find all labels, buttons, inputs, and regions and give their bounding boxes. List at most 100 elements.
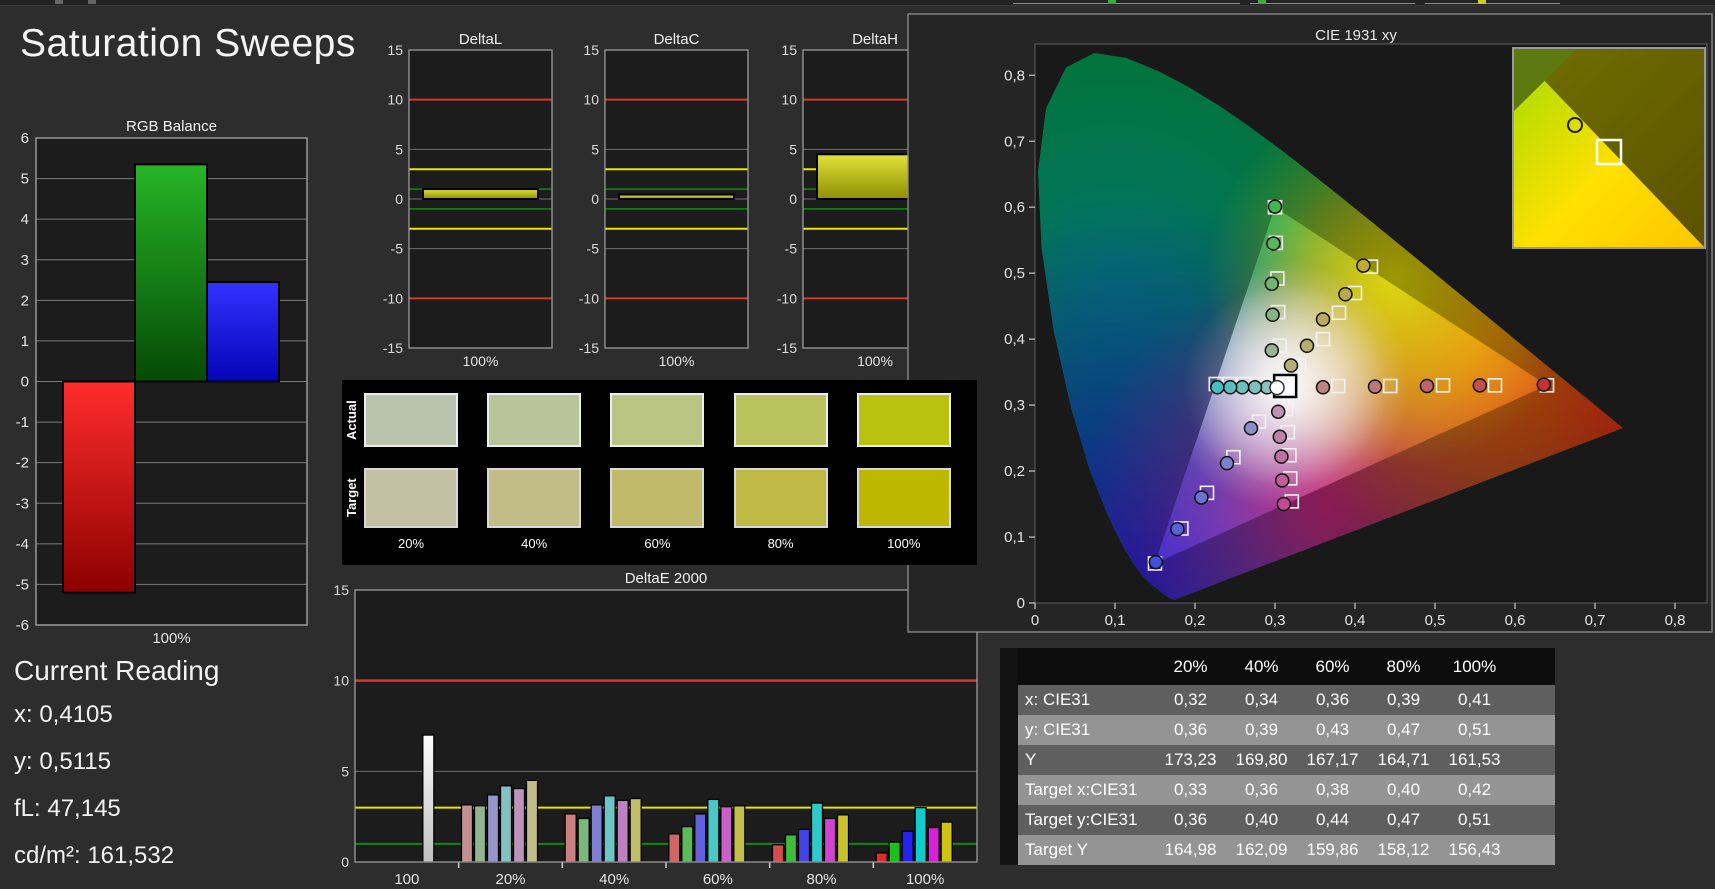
delta-ytick: 5 bbox=[591, 141, 599, 157]
current-reading: Current Reading x: 0,4105 y: 0,5115 fL: … bbox=[14, 655, 219, 889]
deltae-ytick: 0 bbox=[341, 854, 349, 870]
table-cell: 161,53 bbox=[1439, 745, 1510, 775]
table-header-row: 20% 40% 60% 80% 100% bbox=[1000, 648, 1555, 685]
delta-ytick: 10 bbox=[781, 92, 797, 108]
deltae-bar bbox=[590, 804, 603, 863]
table-row-label: Target x:CIE31 bbox=[1018, 775, 1155, 805]
table-cell: 164,71 bbox=[1368, 745, 1439, 775]
cie-ytick: 0,7 bbox=[1004, 133, 1025, 150]
table-cell: 0,43 bbox=[1297, 715, 1368, 745]
measured-circle-blue bbox=[1170, 521, 1185, 537]
measured-circle-magenta bbox=[1274, 473, 1290, 488]
delta-ytick: -15 bbox=[777, 340, 797, 356]
deltae-bar bbox=[784, 834, 798, 863]
swatch-target-20% bbox=[364, 468, 458, 528]
swatch-target-80% bbox=[733, 468, 828, 528]
swatch-col-label: 100% bbox=[887, 536, 921, 551]
deltae-xtick: 100% bbox=[906, 871, 944, 888]
rgb-ytick: 4 bbox=[21, 211, 29, 228]
swatch-actual-100% bbox=[856, 393, 951, 447]
cie-xtick: 0,8 bbox=[1665, 612, 1686, 629]
deltae-ytick: 5 bbox=[341, 763, 349, 779]
deltae-bar bbox=[720, 806, 733, 863]
delta-ytick: -15 bbox=[579, 340, 599, 356]
table-row-label bbox=[1018, 648, 1155, 685]
table-cell: 0,40 bbox=[1368, 775, 1439, 805]
cie-xtick: 0,1 bbox=[1105, 612, 1126, 629]
cie-xtick: 0,7 bbox=[1585, 612, 1606, 629]
deltae-xtick: 80% bbox=[806, 871, 836, 888]
table-cell: 0,47 bbox=[1368, 805, 1439, 835]
rgb-ytick: 0 bbox=[21, 374, 29, 391]
rgb-ytick: -3 bbox=[16, 495, 29, 512]
rgb-ytick: 5 bbox=[21, 171, 29, 188]
table-row: x: CIE31 0,32 0,34 0,36 0,39 0,41 bbox=[1000, 685, 1555, 715]
rgb-bar-red bbox=[62, 380, 136, 594]
table-cell bbox=[1510, 775, 1555, 805]
table-row-label: x: CIE31 bbox=[1018, 685, 1155, 715]
swatch-col-label: 60% bbox=[644, 536, 671, 551]
deltae-bar bbox=[460, 804, 474, 863]
measured-circle-blue bbox=[1148, 554, 1164, 570]
measured-circle-blue bbox=[1194, 490, 1209, 505]
measured-circle-red bbox=[1419, 378, 1435, 394]
measured-circle-yellow bbox=[1315, 312, 1331, 327]
table-cell: 0,33 bbox=[1155, 775, 1226, 805]
table-cell: 0,36 bbox=[1155, 715, 1226, 745]
table-cell: 164,98 bbox=[1155, 835, 1226, 865]
deltae-bar bbox=[901, 830, 914, 863]
cie-ytick: 0,3 bbox=[1004, 397, 1025, 414]
measured-circle-cyan bbox=[1210, 380, 1225, 395]
deltae-bar bbox=[888, 841, 901, 863]
delta-ytick: -5 bbox=[587, 241, 600, 257]
delta-ytick: 0 bbox=[395, 191, 403, 207]
cie-ytick: 0,4 bbox=[1004, 331, 1025, 348]
measured-circle-yellow bbox=[1283, 358, 1299, 373]
cie-ytick: 0,1 bbox=[1004, 529, 1025, 546]
rgb-ytick: -4 bbox=[16, 536, 29, 553]
deltae-bar bbox=[771, 844, 785, 863]
deltae-bar bbox=[616, 799, 629, 863]
delta-e-2000-chart: 100 20% 40% 60% 80% 100% 0 5 10 15 DeltaE 2000 bbox=[333, 570, 978, 888]
deltae-bar bbox=[810, 802, 824, 863]
swatch-col-label: 40% bbox=[521, 536, 548, 551]
cie-xtick: 0,2 bbox=[1185, 612, 1206, 629]
deltae-bar bbox=[473, 805, 487, 863]
measured-circle-red bbox=[1367, 379, 1383, 394]
rgb-ytick: -1 bbox=[16, 414, 29, 431]
deltae-bar bbox=[707, 798, 720, 863]
table-cell: 80% bbox=[1368, 648, 1439, 685]
delta-ytick: 5 bbox=[395, 141, 403, 157]
swatch-actual-80% bbox=[733, 393, 828, 447]
table-cell bbox=[1510, 685, 1555, 715]
table-gutter bbox=[1000, 648, 1018, 685]
deltae-bar bbox=[564, 813, 577, 863]
measured-circle-magenta bbox=[1274, 449, 1289, 464]
table-cell: 0,34 bbox=[1226, 685, 1297, 715]
table-cell bbox=[1510, 648, 1555, 685]
delta-ytick: 5 bbox=[789, 141, 797, 157]
rgb-bar-blue bbox=[206, 281, 280, 383]
chart-xlabel: 100% bbox=[463, 353, 499, 369]
table-cell: 156,43 bbox=[1439, 835, 1510, 865]
table-cell: 159,86 bbox=[1297, 835, 1368, 865]
measured-circle-yellow bbox=[1299, 338, 1315, 354]
table-cell: 169,80 bbox=[1226, 745, 1297, 775]
table-gutter bbox=[1000, 745, 1018, 775]
table-row-label: y: CIE31 bbox=[1018, 715, 1155, 745]
rgb-ytick: 3 bbox=[21, 252, 29, 269]
table-gutter bbox=[1000, 805, 1018, 835]
table-gutter bbox=[1000, 835, 1018, 865]
deltae-bar bbox=[668, 833, 681, 863]
deltae-bar bbox=[797, 828, 811, 863]
deltae-bar bbox=[486, 794, 500, 863]
swatch-row-label-target: Target bbox=[344, 478, 359, 518]
table-cell bbox=[1510, 835, 1555, 865]
table-cell bbox=[1510, 715, 1555, 745]
table-cell: 0,51 bbox=[1439, 805, 1510, 835]
swatch-comparison-panel: Actual Target 20% 40% 60% 80% 100% bbox=[342, 380, 977, 565]
delta-ytick: -10 bbox=[383, 290, 403, 306]
cie-xtick: 0,5 bbox=[1425, 612, 1446, 629]
table-row: Y 173,23 169,80 167,17 164,71 161,53 bbox=[1000, 745, 1555, 775]
table-cell: 0,39 bbox=[1226, 715, 1297, 745]
